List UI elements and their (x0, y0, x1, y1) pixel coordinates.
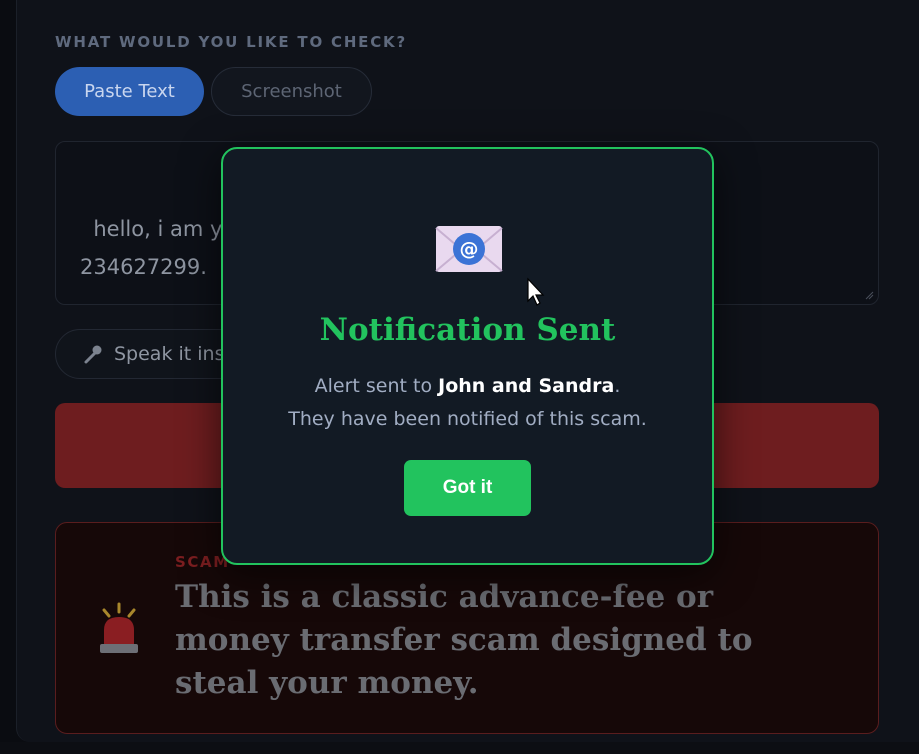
message-line1-right: 234627299. (80, 255, 207, 279)
notification-modal: @ Notification Sent Alert sent to John a… (221, 147, 714, 565)
resize-handle-icon[interactable] (864, 290, 874, 300)
microphone-icon (84, 345, 102, 364)
speak-button-label: Speak it ins (114, 343, 225, 365)
svg-text:@: @ (460, 238, 479, 260)
message-line1-left: hello, i am yo (93, 217, 236, 241)
modal-recipients: John and Sandra (438, 375, 615, 397)
mouse-cursor-icon (527, 277, 545, 306)
tab-screenshot[interactable]: Screenshot (211, 67, 372, 116)
verdict-text: This is a classic advance-fee or money t… (175, 579, 753, 701)
tab-paste-text[interactable]: Paste Text (55, 67, 204, 116)
modal-body-prefix: Alert sent to (314, 375, 439, 397)
siren-icon (100, 602, 138, 653)
modal-title: Notification Sent (319, 312, 616, 348)
modal-body-line2: They have been notified of this scam. (288, 408, 647, 430)
modal-body-suffix: . (614, 375, 621, 397)
section-label: WHAT WOULD YOU LIKE TO CHECK? (55, 33, 407, 51)
modal-body: Alert sent to John and Sandra. They have… (223, 370, 712, 436)
got-it-button[interactable]: Got it (404, 460, 531, 516)
email-envelope-icon: @ (435, 226, 503, 272)
bottom-strip (0, 742, 919, 754)
